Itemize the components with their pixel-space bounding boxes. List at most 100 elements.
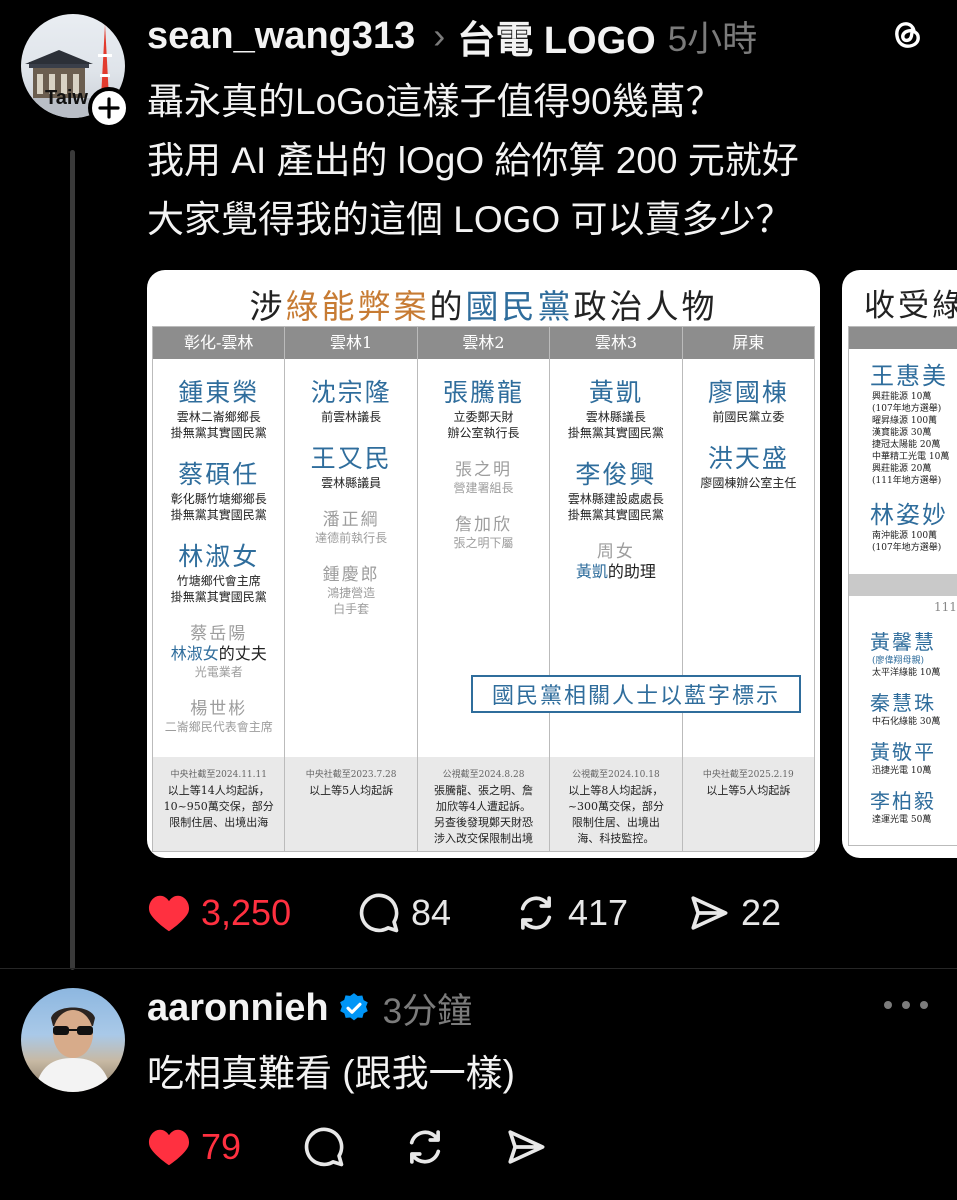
send-icon [691, 896, 728, 930]
like-button[interactable]: 3,250 [147, 892, 291, 934]
divider [0, 968, 957, 969]
person-name: 周女 [596, 542, 635, 562]
recipient-entry: 黃馨慧 (廖偉翔母親) 太平洋綠能 10萬 [852, 626, 957, 679]
person-entry: 周女 黃凱的助理 [550, 537, 681, 582]
person-title: 掛無黨其實國民黨 [170, 426, 267, 440]
person-name: 鍾慶郎 [322, 565, 380, 585]
share-count: 22 [741, 892, 782, 933]
recipient-detail: 南沖能源 100萬 [872, 531, 938, 541]
reply-header: aaronnieh 3分鐘 [147, 984, 472, 1032]
recipient-entry: 秦慧珠 中石化綠能 30萬 [852, 687, 957, 728]
table-column: 雲林1 沈宗隆 前雲林議長 王又民 雲林縣議員 潘正綱 達德前執行長 鍾慶郎 鴻捷營造 白手套 中央… [284, 327, 417, 851]
footer-line: 10~950萬交保，部分 [163, 800, 274, 813]
like-count: 3,250 [201, 892, 292, 933]
person-entry: 鍾東榮 雲林二崙鄉鄉長 掛無黨其實國民黨 [153, 373, 284, 441]
person-entry: 楊世彬 二崙鄉民代表會主席 [153, 694, 284, 735]
person-name: 沈宗隆 [310, 378, 392, 407]
reply-time: 3分鐘 [382, 991, 473, 1031]
chevron-right-icon: › [433, 15, 446, 56]
reply-repost-button[interactable] [403, 1126, 447, 1168]
comment-count: 84 [411, 892, 452, 933]
reply-share-button[interactable] [504, 1126, 548, 1168]
recipient-name: 黃馨慧 [870, 630, 936, 654]
recipient-detail: 曜昇綠源 100萬 [872, 416, 938, 426]
more-options-icon[interactable] [884, 998, 928, 1012]
repost-button[interactable]: 417 [514, 892, 628, 934]
person-title: 廖國棟辦公室主任 [700, 476, 797, 490]
person-title: 鴻捷營造 [327, 586, 376, 600]
image1-table: 彰化-雲林 鍾東榮 雲林二崙鄉鄉長 掛無黨其實國民黨 蔡碩任 彰化縣竹塘鄉鄉長 掛無黨其實國… [152, 326, 815, 852]
column-header: 彰化-雲林 [153, 327, 285, 359]
person-name: 張之明 [455, 460, 513, 480]
person-name: 廖國棟 [707, 378, 789, 407]
column-footer: 公視截至2024.10.18 以上等8人均起訴， ~300萬交保，部分 限制住居、出境… [550, 757, 682, 851]
post-topic[interactable]: 台電 LOGO [457, 9, 655, 64]
person-entry: 廖國棟 前國民黨立委 [683, 373, 814, 425]
column-body: 沈宗隆前雲林議長王又民 雲林縣議員潘正綱 達德前執行長鍾慶郎 鴻捷營造白手套 [285, 373, 416, 631]
person-title: 達德前執行長 [315, 531, 388, 545]
threads-logo-icon[interactable] [885, 14, 927, 56]
footer-source: 公視截至2024.10.18 [572, 770, 660, 780]
reply-username[interactable]: aaronnieh [147, 987, 329, 1030]
person-entry: 王又民 雲林縣議員 [285, 439, 416, 491]
recipient-name: 李柏毅 [870, 789, 936, 813]
reply-like-button[interactable]: 79 [147, 1126, 241, 1168]
image2-top-list: 王惠美 興莊能源 10萬 (107年地方選舉) 曜昇綠源 100萬 漢寶能源 30萬 捷冠… [852, 356, 957, 562]
recipient-detail: 中華精工光電 10萬 [872, 452, 950, 462]
person-name: 林淑女 [178, 542, 260, 571]
person-title: 竹塘鄉代會主席 [176, 574, 261, 588]
column-body: 鍾東榮 雲林二崙鄉鄉長 掛無黨其實國民黨 蔡碩任 彰化縣竹塘鄉鄉長 掛無黨其實國民黨 林淑女… [153, 373, 284, 749]
person-entry: 蔡岳陽 林淑女的丈夫光電業者 [153, 619, 284, 680]
person-name: 黃凱 [588, 378, 643, 407]
person-entry: 張騰龍 立委鄭天財 辦公室執行長 [418, 373, 549, 441]
person-title: 二崙鄉民代表會主席 [164, 720, 273, 734]
footer-source: 中央社截至2024.11.11 [170, 770, 267, 780]
heart-filled-icon [148, 895, 190, 932]
person-entry: 李俊興 雲林縣建設處處長 掛無黨其實國民黨 [550, 455, 681, 523]
person-title: 光電業者 [194, 665, 243, 679]
recipient-name: 王惠美 [870, 362, 948, 390]
recipient-detail: 興莊能源 10萬 [872, 392, 932, 402]
column-footer: 中央社截至2023.7.28 以上等5人均起訴 [285, 757, 417, 851]
person-title: 前雲林議長 [321, 410, 382, 424]
reply-comment-button[interactable] [302, 1126, 346, 1168]
verified-badge-icon [339, 993, 368, 1021]
person-name: 蔡岳陽 [190, 624, 248, 644]
comment-icon [304, 1127, 344, 1167]
follow-plus-button[interactable] [88, 87, 130, 129]
footer-line: ~300萬交保，部分 [567, 800, 665, 813]
footer-line: 限制住居、出境出 [571, 816, 660, 829]
recipient-entry: 王惠美 興莊能源 10萬 (107年地方選舉) 曜昇綠源 100萬 漢寶能源 30萬 捷冠… [852, 356, 957, 487]
footer-source: 公視截至2024.8.28 [442, 770, 525, 780]
table-column: 雲林3 黃凱 雲林縣議長 掛無黨其實國民黨 李俊興 雲林縣建設處處長 掛無黨其實國民黨 周女黃… [549, 327, 682, 851]
person-entry: 洪天盛 廖國棟辦公室主任 [683, 439, 814, 491]
post-image-2[interactable]: 收受綠 王惠美 興莊能源 10萬 (107年地方選舉) 曜昇綠源 100萬 漢寶能源 3… [842, 270, 957, 858]
table-column: 彰化-雲林 鍾東榮 雲林二崙鄉鄉長 掛無黨其實國民黨 蔡碩任 彰化縣竹塘鄉鄉長 掛無黨其實國… [153, 327, 285, 851]
column-footer: 中央社截至2024.11.11 以上等14人均起訴， 10~950萬交保，部分 限制住… [153, 757, 285, 851]
footer-line: 涉入改交保限制出境 [434, 832, 534, 845]
person-entry: 張之明 營建署組長 [418, 455, 549, 496]
person-entry: 潘正綱 達德前執行長 [285, 505, 416, 546]
person-title: 掛無黨其實國民黨 [567, 426, 664, 440]
recipient-detail: 中石化綠能 30萬 [872, 717, 941, 727]
legend-box: 國民黨相關人士以藍字標示 [471, 675, 801, 713]
repost-count: 417 [568, 892, 629, 933]
repost-icon [409, 1130, 441, 1164]
person-name: 王又民 [310, 444, 392, 473]
legend-text: 國民黨相關人士以藍字標示 [491, 684, 780, 709]
person-title: 立委鄭天財 [453, 410, 514, 424]
person-entry: 沈宗隆 前雲林議長 [285, 373, 416, 425]
reply-avatar[interactable] [21, 988, 125, 1092]
table-column: 雲林2 張騰龍 立委鄭天財 辦公室執行長 張之明 營建署組長 詹加欣 張之明下屬 公視截至202… [416, 327, 550, 851]
person-title: 白手套 [333, 602, 370, 616]
person-title: 掛無黨其實國民黨 [567, 508, 664, 522]
post-username[interactable]: sean_wang313 [147, 15, 415, 58]
post-image-1[interactable]: 涉綠能弊案的國民黨政治人物 彰化-雲林 鍾東榮 雲林二崙鄉鄉長 掛無黨其實國民黨 蔡碩任… [147, 270, 820, 858]
person-title: 張之明下屬 [453, 536, 514, 550]
column-body: 廖國棟 前國民黨立委 洪天盛 廖國棟辦公室主任 [683, 373, 814, 505]
person-title: 營建署組長 [453, 481, 514, 495]
comment-button[interactable]: 84 [357, 892, 451, 934]
person-note: 林淑女的丈夫 [170, 644, 267, 663]
share-button[interactable]: 22 [687, 892, 781, 934]
recipient-entry: 李柏毅 達運光電 50萬 [852, 785, 957, 826]
